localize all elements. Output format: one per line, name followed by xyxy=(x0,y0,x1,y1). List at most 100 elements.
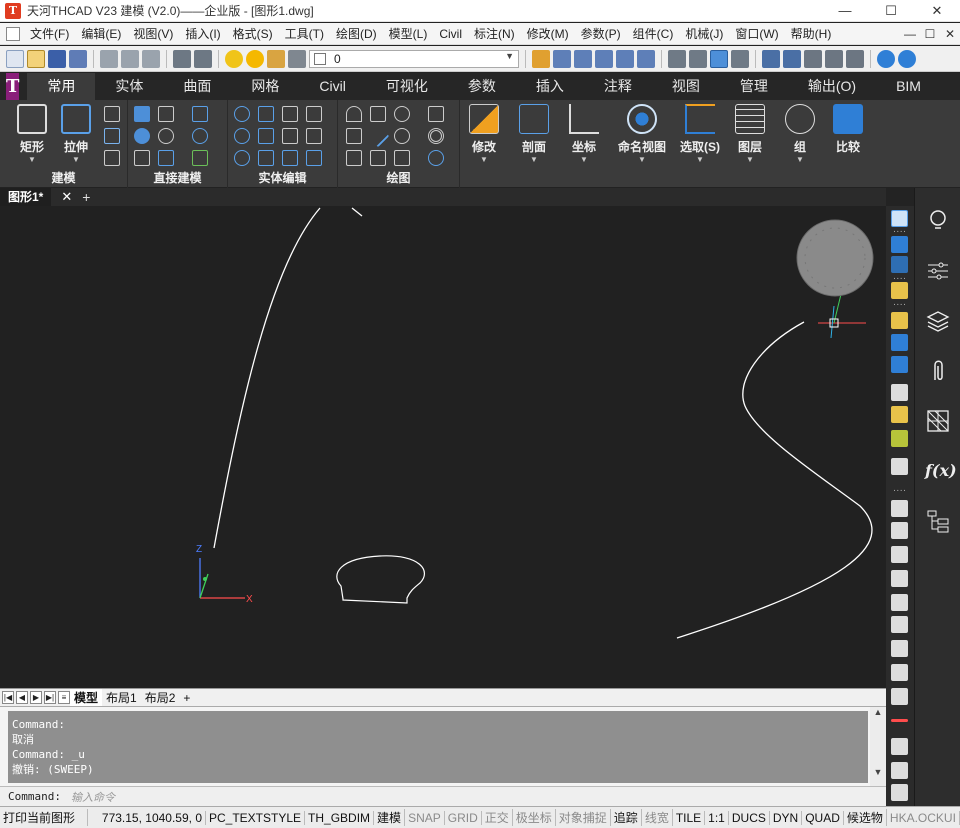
drawing-canvas[interactable]: Z X xyxy=(0,206,886,688)
status-dyn[interactable]: DYN xyxy=(770,810,803,825)
help-icon[interactable] xyxy=(877,49,895,68)
section-icon[interactable] xyxy=(891,522,908,539)
named-view-button[interactable]: 命名视图 ▼ xyxy=(614,104,670,164)
tab-output[interactable]: 输出(O) xyxy=(788,73,876,100)
status-osnap[interactable]: 对象捕捉 xyxy=(556,809,611,826)
rotate-3d-icon[interactable] xyxy=(394,106,410,122)
ruler-icon[interactable] xyxy=(891,500,908,517)
centerline-icon[interactable] xyxy=(891,719,908,722)
presspull-icon[interactable] xyxy=(104,128,120,144)
save-icon[interactable] xyxy=(48,49,66,68)
plot-preview-icon[interactable] xyxy=(121,49,139,68)
spring-icon[interactable] xyxy=(891,594,908,611)
paperclip-icon[interactable] xyxy=(925,358,951,384)
layer-dropdown[interactable]: 0 ▼ xyxy=(309,49,519,68)
tab-layout2[interactable]: 布局2 xyxy=(141,689,180,706)
status-candidates[interactable]: 候选物 xyxy=(844,809,887,826)
menu-modify[interactable]: 修改(M) xyxy=(521,23,575,45)
bolt-icon[interactable] xyxy=(891,616,908,633)
bar-icon[interactable] xyxy=(891,570,908,587)
separate-icon[interactable] xyxy=(306,128,322,144)
arrow-icon[interactable] xyxy=(891,384,908,401)
mirror-icon[interactable] xyxy=(158,150,174,166)
status-ducs[interactable]: DUCS xyxy=(729,810,770,825)
settings-gear-icon[interactable] xyxy=(804,49,822,68)
dimension-icon[interactable] xyxy=(891,256,908,273)
weld-icon[interactable] xyxy=(891,784,908,801)
tab-layout1[interactable]: 布局1 xyxy=(102,689,141,706)
view-wheel-icon[interactable] xyxy=(796,219,874,297)
offset-face-icon[interactable] xyxy=(306,150,322,166)
status-lockui[interactable]: HKA.OCKUI xyxy=(887,810,960,825)
sweep-path-tail[interactable] xyxy=(351,207,363,217)
union-icon[interactable] xyxy=(234,106,250,122)
layer-unisolate-icon[interactable] xyxy=(595,49,613,68)
line-icon[interactable] xyxy=(366,124,390,148)
tab-surface[interactable]: 曲面 xyxy=(163,73,231,100)
status-grid[interactable]: GRID xyxy=(445,810,482,825)
profile-shape[interactable] xyxy=(336,555,425,604)
scroll-track[interactable] xyxy=(870,717,886,767)
imprint-icon[interactable] xyxy=(258,150,274,166)
coordinate-readout[interactable]: 773.15, 1040.59, 0 xyxy=(88,810,206,825)
region-icon[interactable] xyxy=(428,150,444,166)
menu-help[interactable]: 帮助(H) xyxy=(785,23,838,45)
image-icon[interactable] xyxy=(846,49,864,68)
undo-icon[interactable] xyxy=(173,49,191,68)
stack-icon[interactable] xyxy=(891,546,908,563)
first-tab-icon[interactable]: |◀ xyxy=(2,691,14,704)
rectangle-button[interactable]: 矩形 ▼ xyxy=(10,104,54,164)
navigation-wheel[interactable] xyxy=(796,219,874,297)
sweep-path-curve[interactable] xyxy=(213,207,321,549)
pipe-icon[interactable] xyxy=(891,738,908,755)
extrude-button[interactable]: 拉伸 ▼ xyxy=(54,104,98,164)
menu-view[interactable]: 视图(V) xyxy=(127,23,179,45)
arc-icon[interactable] xyxy=(346,106,362,122)
redo-icon[interactable] xyxy=(194,49,212,68)
add-layout-icon[interactable]: + xyxy=(179,691,194,705)
tab-mechanical[interactable]: 机械 xyxy=(941,73,960,100)
tab-mesh[interactable]: 网格 xyxy=(231,73,299,100)
move-icon[interactable] xyxy=(134,106,150,122)
color-face-icon[interactable] xyxy=(192,150,208,166)
panel-toggle-icon[interactable] xyxy=(891,210,908,227)
status-snap[interactable]: SNAP xyxy=(405,810,445,825)
helix-icon[interactable] xyxy=(428,106,444,122)
tab-bim[interactable]: BIM xyxy=(876,73,941,100)
layer-off-icon[interactable] xyxy=(637,49,655,68)
polysolid-icon[interactable] xyxy=(104,106,120,122)
layer-button[interactable]: 图层 ▼ xyxy=(728,104,772,164)
save-as-icon[interactable] xyxy=(69,49,87,68)
view-cube-icon[interactable] xyxy=(668,49,686,68)
section-button[interactable]: 剖面 ▼ xyxy=(512,104,556,164)
ordinate-icon[interactable] xyxy=(891,356,908,373)
document-menu-icon[interactable] xyxy=(6,26,20,41)
tab-parametric[interactable]: 参数 xyxy=(448,73,516,100)
app-menu-logo[interactable]: T xyxy=(6,72,20,101)
sphere-icon[interactable] xyxy=(158,128,174,144)
sparkle-icon[interactable] xyxy=(891,282,908,299)
hatch-icon[interactable] xyxy=(370,106,386,122)
properties-icon[interactable] xyxy=(762,49,780,68)
circle-icon[interactable] xyxy=(394,128,410,144)
publish-icon[interactable] xyxy=(142,49,160,68)
prev-tab-icon[interactable]: ◀ xyxy=(16,691,28,704)
document-tab[interactable]: 图形1* xyxy=(0,188,52,206)
close-button[interactable]: ✕ xyxy=(914,0,960,22)
design-center-icon[interactable] xyxy=(783,49,801,68)
close-tab-icon[interactable]: ✕ xyxy=(61,189,72,205)
cube-icon[interactable] xyxy=(192,106,208,122)
fillet-edge-icon[interactable] xyxy=(282,106,298,122)
align-icon[interactable] xyxy=(134,150,150,166)
table-icon[interactable] xyxy=(891,236,908,253)
status-polar[interactable]: 极坐标 xyxy=(513,809,556,826)
compare-button[interactable]: 比较 xyxy=(826,104,870,155)
s-curve-path[interactable] xyxy=(676,321,873,639)
menu-insert[interactable]: 插入(I) xyxy=(179,23,226,45)
layer-walk-icon[interactable] xyxy=(553,49,571,68)
command-line[interactable]: Command: 输入命令 xyxy=(0,786,886,806)
cylinder-icon[interactable] xyxy=(192,128,208,144)
bearing-icon[interactable] xyxy=(891,688,908,705)
menu-model[interactable]: 模型(L) xyxy=(383,23,434,45)
washer-icon[interactable] xyxy=(891,640,908,657)
